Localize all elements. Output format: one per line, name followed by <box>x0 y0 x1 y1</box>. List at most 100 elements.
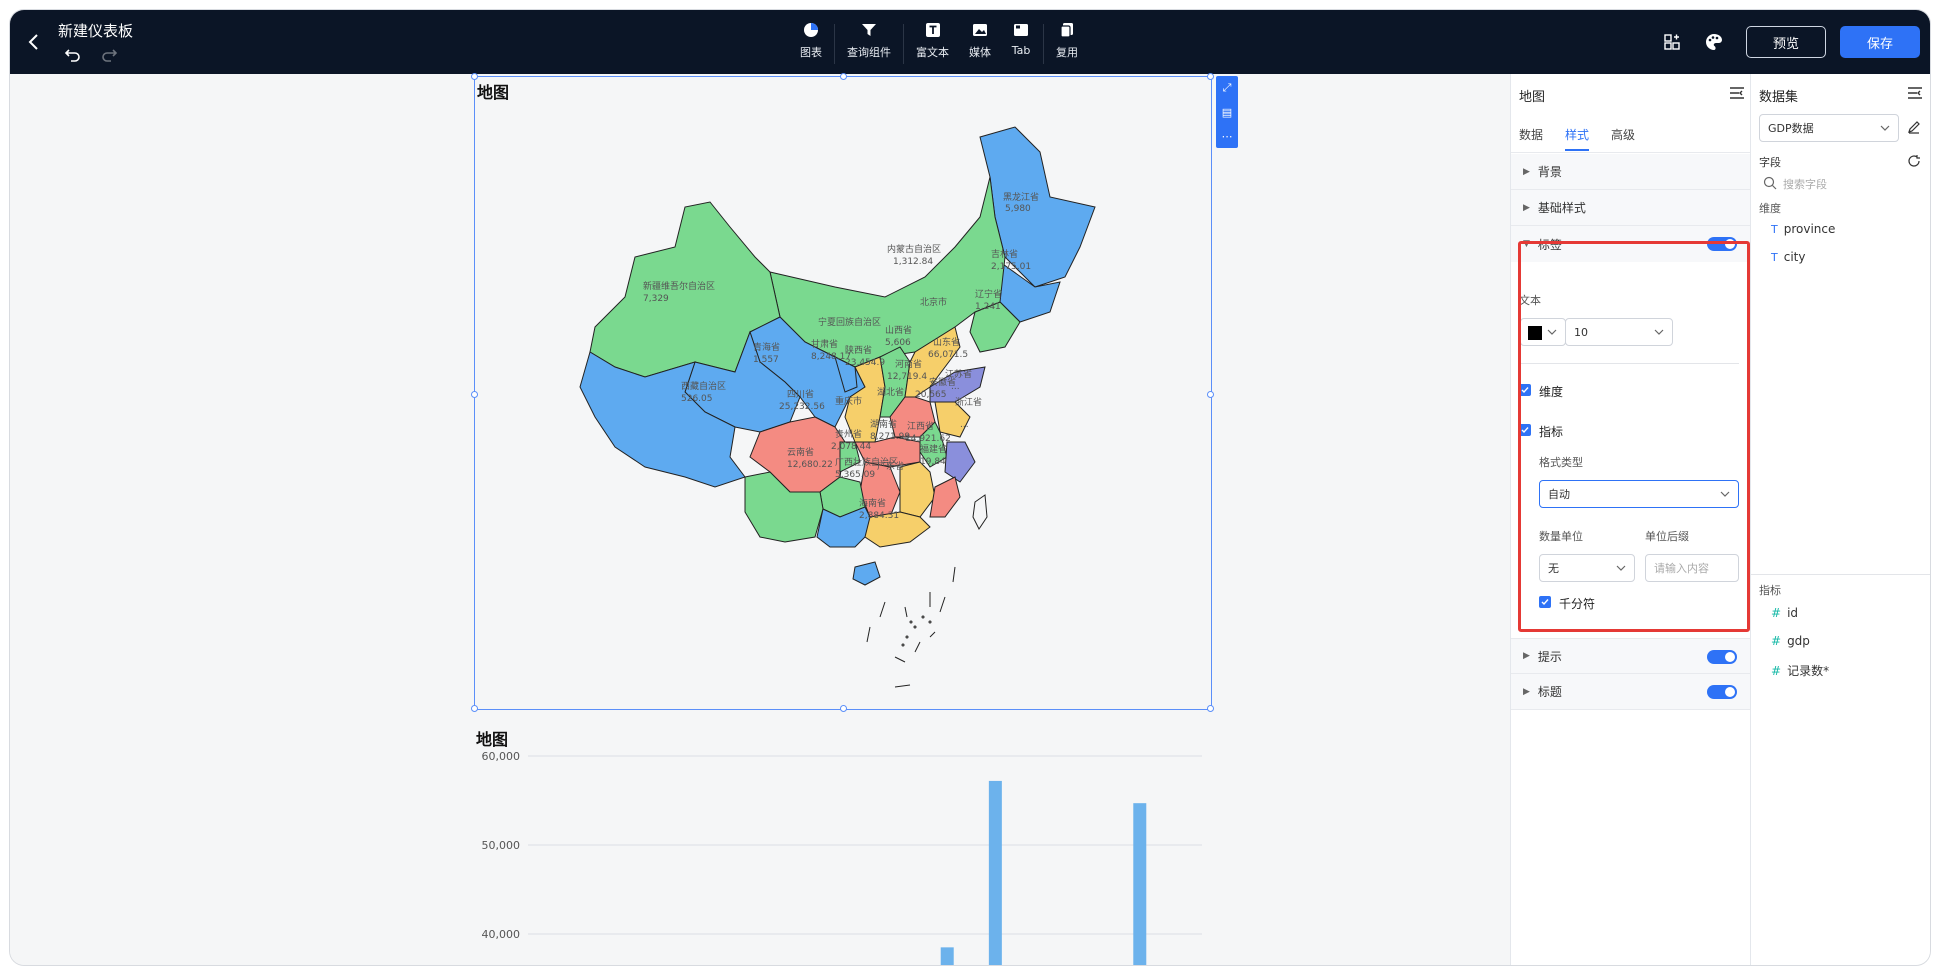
map-label: 云南省 <box>787 446 814 458</box>
collapse-panel-icon[interactable] <box>1907 86 1923 100</box>
title-toggle[interactable] <box>1707 685 1737 699</box>
section-tooltip[interactable]: ▶ 提示 <box>1511 638 1751 674</box>
map-value: 12,680.22 <box>787 460 833 470</box>
tool-richtext[interactable]: 富文本 <box>906 20 959 66</box>
tool-reuse[interactable]: 复用 <box>1046 20 1088 66</box>
tool-label: 富文本 <box>916 46 949 59</box>
section-title[interactable]: ▶ 标题 <box>1511 674 1751 710</box>
chevron-down-icon <box>1880 125 1890 131</box>
map-chart-card[interactable]: 地图 黑龙江省 5,980 吉林省 2,175.01 辽宁省 1,241 内蒙古… <box>471 73 1214 712</box>
map-value: 5,980 <box>1005 204 1031 214</box>
field-item[interactable]: # gdp <box>1771 634 1810 648</box>
bar-chart-card[interactable]: 地图 60,000 50,000 40,000 <box>474 724 1212 965</box>
app-window: 新建仪表板 图表 查询组件 富文本 媒体 Tab 复用 预览 保存 地图 黑龙江… <box>10 10 1930 965</box>
map-label: 安徽省 <box>929 376 956 388</box>
top-bar: 新建仪表板 图表 查询组件 富文本 媒体 Tab 复用 预览 保存 <box>10 10 1930 74</box>
dataset-select[interactable]: GDP数据 <box>1759 114 1899 142</box>
tooltip-toggle[interactable] <box>1707 650 1737 664</box>
map-value: 2,175.01 <box>991 262 1031 272</box>
map-value: 66,071.5 <box>928 350 968 360</box>
map-value: 14,921.62 <box>905 434 951 444</box>
province-fujian <box>929 476 961 518</box>
section-label: 基础样式 <box>1537 201 1586 215</box>
south-sea-islands <box>866 566 956 688</box>
resize-handle[interactable] <box>1207 705 1214 712</box>
map-label: 辽宁省 <box>975 288 1002 300</box>
map-label: 西藏自治区 <box>681 380 726 392</box>
highlight-box <box>1518 241 1750 632</box>
field-item[interactable]: Tcity <box>1771 250 1805 264</box>
resize-handle[interactable] <box>471 73 478 80</box>
resize-handle[interactable] <box>1207 73 1214 80</box>
back-arrow-icon[interactable] <box>24 32 44 52</box>
toolbar: 图表 查询组件 富文本 媒体 Tab 复用 <box>790 20 1088 66</box>
map-label: 江西省 <box>907 420 934 432</box>
section-label: 标题 <box>1537 685 1562 699</box>
document-icon[interactable]: ▤ <box>1222 106 1232 119</box>
map-label: 北京市 <box>920 296 947 308</box>
tool-chart[interactable]: 图表 <box>790 20 832 66</box>
metrics-label: 指标 <box>1759 584 1781 597</box>
field-item[interactable]: Tprovince <box>1771 222 1835 236</box>
field-name: province <box>1783 222 1836 236</box>
y-tick-label: 50,000 <box>482 839 521 852</box>
bar-chart: 60,000 50,000 40,000 <box>482 750 1202 965</box>
refresh-icon[interactable] <box>1907 154 1921 168</box>
edit-icon[interactable] <box>1907 120 1921 134</box>
map-label: 贵州省 <box>835 428 862 440</box>
pie-chart-icon <box>801 20 821 40</box>
map-label: 内蒙古自治区 <box>887 243 941 255</box>
section-background[interactable]: ▶ 背景 <box>1511 154 1751 190</box>
caret-right-icon: ▶ <box>1523 686 1530 697</box>
more-icon[interactable]: ⋯ <box>1222 130 1233 143</box>
map-label: 新疆维吾尔自治区 <box>643 280 715 292</box>
section-label: 背景 <box>1537 165 1562 179</box>
tab-data[interactable]: 数据 <box>1519 126 1543 151</box>
image-icon <box>970 20 990 40</box>
tool-media[interactable]: 媒体 <box>959 20 1001 66</box>
number-type-icon: # <box>1771 664 1782 678</box>
tool-tab[interactable]: Tab <box>1001 20 1041 66</box>
y-tick-label: 60,000 <box>482 750 521 763</box>
dataset-panel: 数据集 GDP数据 字段 搜索字段 维度 Tprovince Tcity 指标 … <box>1750 74 1930 965</box>
tool-label: 媒体 <box>969 46 991 59</box>
redo-icon[interactable] <box>100 46 118 64</box>
panel-title: 地图 <box>1519 90 1546 105</box>
text-type-icon: T <box>1771 223 1778 236</box>
tab-advanced[interactable]: 高级 <box>1611 126 1635 151</box>
map-value: ... <box>960 420 969 430</box>
expand-icon[interactable]: ⤢ <box>1223 81 1232 95</box>
resize-handle[interactable] <box>1207 391 1214 398</box>
map-label: 吉林省 <box>991 248 1018 260</box>
map-label: 重庆市 <box>835 395 862 407</box>
map-label: 广东省 <box>877 460 904 472</box>
bar[interactable] <box>1133 803 1147 965</box>
bar[interactable] <box>940 947 954 965</box>
section-basic-style[interactable]: ▶ 基础样式 <box>1511 190 1751 226</box>
dashboard-title[interactable]: 新建仪表板 <box>58 20 133 41</box>
map-label: 湖南省 <box>870 418 897 430</box>
collapse-panel-icon[interactable] <box>1729 86 1745 100</box>
resize-handle[interactable] <box>840 73 847 80</box>
tab-style[interactable]: 样式 <box>1565 126 1590 151</box>
field-item[interactable]: # id <box>1771 606 1798 620</box>
map-label: 青海省 <box>753 341 780 353</box>
save-button[interactable]: 保存 <box>1840 26 1920 58</box>
china-map: 黑龙江省 5,980 吉林省 2,175.01 辽宁省 1,241 内蒙古自治区… <box>579 126 1096 688</box>
map-label: 山西省 <box>885 324 912 336</box>
map-value: 25,232.56 <box>779 402 825 412</box>
map-label: 河南省 <box>895 358 922 370</box>
bar[interactable] <box>988 780 1002 965</box>
chart-title: 地图 <box>477 83 510 102</box>
field-search-input[interactable]: 搜索字段 <box>1783 176 1827 192</box>
map-label: 湖北省 <box>877 386 904 398</box>
resize-handle[interactable] <box>471 705 478 712</box>
tab-icon <box>1011 20 1031 40</box>
preview-button[interactable]: 预览 <box>1746 26 1826 58</box>
theme-palette-icon[interactable] <box>1704 32 1724 52</box>
undo-icon[interactable] <box>64 46 82 64</box>
layout-icon[interactable] <box>1662 32 1682 52</box>
tool-query[interactable]: 查询组件 <box>837 20 901 66</box>
field-item[interactable]: # 记录数* <box>1771 662 1829 679</box>
resize-handle[interactable] <box>471 391 478 398</box>
